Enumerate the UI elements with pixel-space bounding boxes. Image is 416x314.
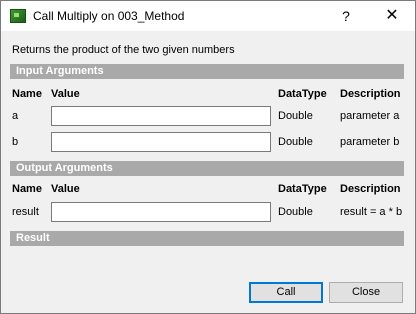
output-result-value-field[interactable] xyxy=(51,202,271,222)
call-method-dialog: Call Multiply on 003_Method ? ✕ Returns … xyxy=(0,0,416,314)
help-button[interactable]: ? xyxy=(339,7,353,25)
output-arguments-header: Output Arguments xyxy=(10,161,404,176)
input-row-b-description: parameter b xyxy=(340,136,400,148)
input-a-value-field[interactable] xyxy=(51,106,271,126)
app-icon xyxy=(10,9,26,23)
window-title: Call Multiply on 003_Method xyxy=(33,9,185,23)
input-col-datatype: DataType xyxy=(278,88,327,100)
output-row-result-name: result xyxy=(12,206,39,218)
output-col-datatype: DataType xyxy=(278,183,327,195)
output-col-name: Name xyxy=(12,183,42,195)
close-window-button[interactable]: ✕ xyxy=(383,7,401,25)
input-row-b-datatype: Double xyxy=(278,136,313,148)
input-row-a-datatype: Double xyxy=(278,110,313,122)
method-description: Returns the product of the two given num… xyxy=(12,44,235,56)
input-col-description: Description xyxy=(340,88,401,100)
input-col-value: Value xyxy=(51,88,80,100)
output-row-result-description: result = a * b xyxy=(340,206,403,218)
input-row-a-description: parameter a xyxy=(340,110,400,122)
close-button[interactable]: Close xyxy=(329,282,403,303)
input-arguments-header: Input Arguments xyxy=(10,64,404,79)
output-col-value: Value xyxy=(51,183,80,195)
output-row-result-datatype: Double xyxy=(278,206,313,218)
input-row-a-name: a xyxy=(12,110,19,122)
input-b-value-field[interactable] xyxy=(51,132,271,152)
title-bar: Call Multiply on 003_Method ? ✕ xyxy=(1,1,415,31)
dialog-body: Returns the product of the two given num… xyxy=(1,31,415,313)
input-row-b-name: b xyxy=(12,136,19,148)
call-button[interactable]: Call xyxy=(249,282,323,303)
result-header: Result xyxy=(10,231,404,246)
input-col-name: Name xyxy=(12,88,42,100)
output-col-description: Description xyxy=(340,183,401,195)
